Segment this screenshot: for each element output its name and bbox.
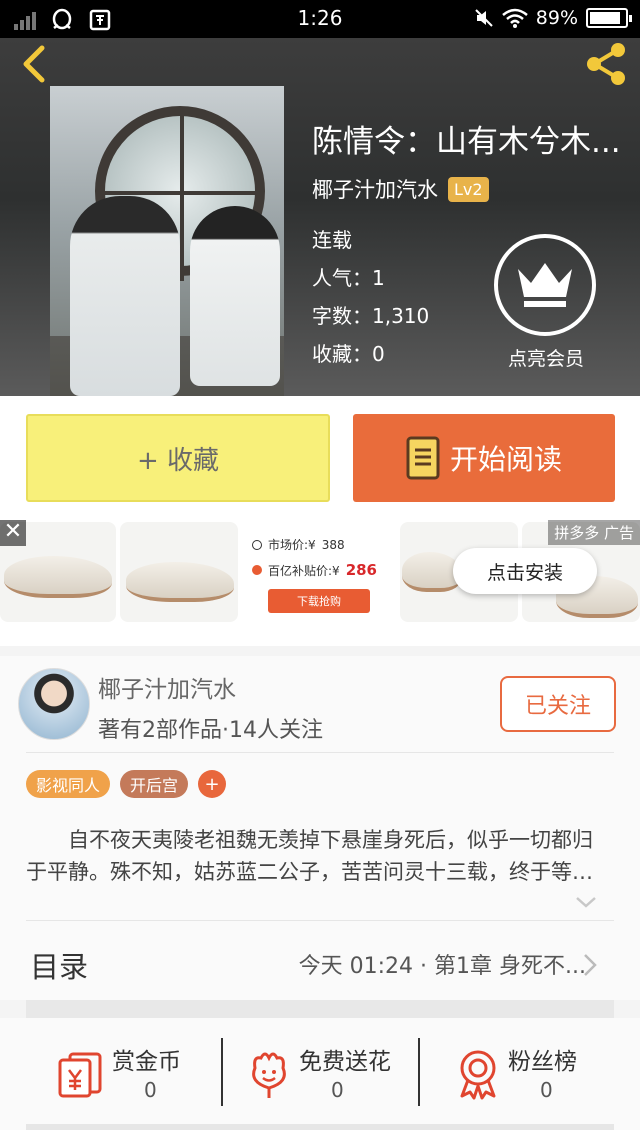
ad-sponsor: 拼多多: [554, 524, 600, 542]
author-name[interactable]: 椰子汁加汽水: [312, 174, 438, 204]
market-price: 388: [321, 537, 345, 552]
cover-lattice-vertical: [180, 111, 184, 281]
reward-coin-button[interactable]: 赏金币 0: [26, 1038, 216, 1124]
battery-fill: [590, 12, 621, 24]
share-icon[interactable]: [582, 40, 630, 88]
subsidy-price-label: 百亿补贴价:¥: [268, 563, 340, 578]
ad-product-tile[interactable]: [120, 522, 238, 622]
ad-download-button[interactable]: 下载抢购: [268, 589, 370, 613]
feature-bar: 赏金币 0 免费送花 0 粉丝榜 0: [0, 1018, 640, 1130]
tag-chip[interactable]: 开后宫: [120, 770, 189, 798]
flower-icon: [252, 1052, 286, 1098]
send-flower-label: 免费送花: [299, 1049, 391, 1075]
ad-price-box: 市场价:¥ 388 百亿补贴价:¥ 286 下载抢购: [240, 524, 398, 622]
crown-icon: [494, 234, 596, 336]
reward-coin-icon: [58, 1052, 102, 1098]
author-card-name[interactable]: 椰子汁加汽水: [98, 670, 236, 704]
ad-banner[interactable]: 市场价:¥ 388 百亿补贴价:¥ 286 下载抢购 ✕ 拼多多 广告 点击安装: [0, 518, 640, 646]
action-bar: + 收藏 开始阅读: [0, 396, 640, 520]
chevron-right-icon[interactable]: [582, 952, 598, 978]
collect-button[interactable]: + 收藏: [26, 414, 330, 502]
tag-list: 影视同人 开后宫 +: [26, 770, 227, 798]
author-card: 椰子汁加汽水 著有2部作品·14人关注 已关注 影视同人 开后宫 + 自不夜天夷…: [0, 656, 640, 1000]
follow-button[interactable]: 已关注: [500, 676, 616, 732]
book-detail-page: 1:26 89% 陈情令：山有木兮木... 椰子汁加汽水 Lv2 连载 人气：1…: [0, 0, 640, 1130]
ad-install-button[interactable]: 点击安装: [453, 548, 597, 594]
ad-close-button[interactable]: ✕: [0, 520, 26, 546]
book-header: 陈情令：山有木兮木... 椰子汁加汽水 Lv2 连载 人气：1 字数：1,310…: [0, 38, 640, 396]
cover-figure-right: [190, 206, 280, 386]
feature-separator: [221, 1038, 223, 1106]
status-bar: 1:26 89%: [0, 0, 640, 38]
latest-chapter[interactable]: 今天 01:24 · 第1章 身死不...: [299, 948, 586, 980]
section-separator: [26, 1000, 614, 1018]
feature-separator: [418, 1038, 420, 1106]
market-price-label: 市场价:¥: [268, 538, 316, 552]
radio-icon: [252, 539, 262, 550]
subsidy-price-line: 百亿补贴价:¥ 286: [252, 561, 398, 579]
bottom-divider: [26, 1124, 614, 1130]
send-flower-count: 0: [331, 1078, 344, 1102]
divider: [26, 752, 614, 753]
book-word-count: 字数：1,310: [312, 304, 430, 328]
reward-coin-count: 0: [144, 1078, 157, 1102]
start-reading-button[interactable]: 开始阅读: [353, 414, 615, 502]
book-icon: [406, 436, 440, 480]
shoe-image: [126, 562, 234, 602]
avatar[interactable]: [18, 668, 90, 740]
book-favorites: 收藏：0: [312, 342, 385, 366]
ad-label: 广告: [603, 524, 634, 542]
cover-figure-left: [70, 196, 180, 396]
battery-percent: 89%: [535, 7, 578, 29]
book-title: 陈情令：山有木兮木...: [312, 124, 621, 160]
book-status: 连载: [312, 228, 352, 252]
book-cover[interactable]: [50, 86, 284, 396]
author-card-stats: 著有2部作品·14人关注: [98, 718, 323, 743]
book-popularity: 人气：1: [312, 266, 385, 290]
back-icon[interactable]: [14, 42, 58, 86]
synopsis[interactable]: 自不夜天夷陵老祖魏无羡掉下悬崖身死后，似乎一切都归于平静。殊不知，姑苏蓝二公子，…: [26, 824, 610, 888]
check-icon: [252, 565, 262, 575]
divider: [26, 920, 614, 921]
cover-lattice-horizontal: [105, 191, 255, 195]
wifi-icon: [501, 8, 528, 28]
market-price-line: 市场价:¥ 388: [252, 536, 398, 553]
vip-button[interactable]: 点亮会员: [494, 234, 598, 371]
shoe-image: [4, 556, 112, 598]
level-badge: Lv2: [448, 176, 489, 202]
fan-rank-count: 0: [540, 1078, 553, 1102]
add-tag-button[interactable]: +: [198, 770, 227, 798]
author-row: 椰子汁加汽水 Lv2: [312, 174, 489, 204]
reward-coin-label: 赏金币: [112, 1049, 181, 1075]
fan-rank-button[interactable]: 粉丝榜 0: [422, 1038, 612, 1124]
chevron-down-icon[interactable]: [574, 894, 598, 910]
tag-chip[interactable]: 影视同人: [26, 770, 111, 798]
send-flower-button[interactable]: 免费送花 0: [213, 1038, 403, 1124]
status-right: 89%: [474, 7, 632, 29]
medal-icon: [460, 1050, 496, 1100]
vip-label: 点亮会员: [507, 348, 584, 370]
ad-tag: 拼多多 广告: [548, 520, 640, 545]
toc-label[interactable]: 目录: [30, 944, 88, 986]
battery-icon: [586, 8, 632, 28]
start-reading-label: 开始阅读: [449, 443, 562, 476]
subsidy-price: 286: [345, 561, 377, 579]
mute-icon: [475, 9, 493, 27]
fan-rank-label: 粉丝榜: [508, 1049, 577, 1075]
